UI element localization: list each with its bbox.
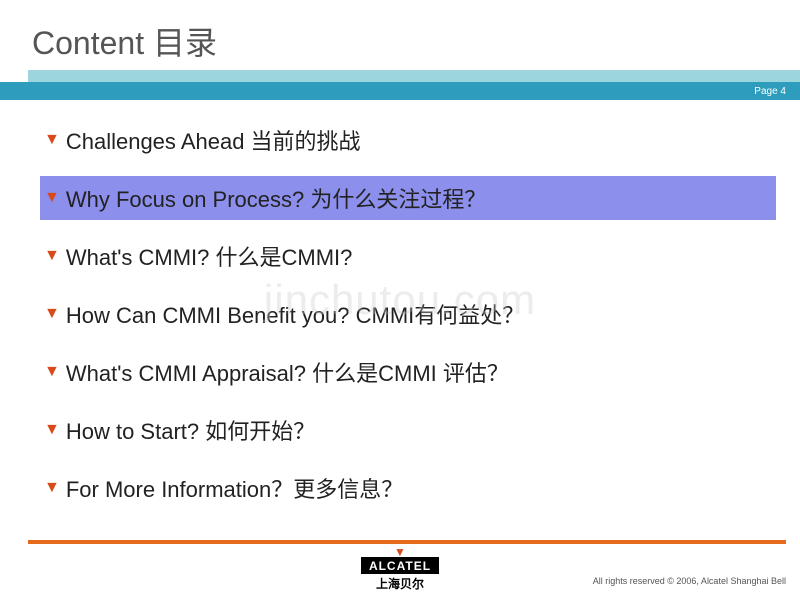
page-title: Content 目录 xyxy=(0,0,800,70)
list-item: ▼ What's CMMI Appraisal? 什么是CMMI 评估？ xyxy=(40,350,776,394)
footer-divider xyxy=(28,540,786,544)
list-item: ▼ How to Start? 如何开始？ xyxy=(40,408,776,452)
triangle-down-icon: ▼ xyxy=(44,189,60,207)
triangle-down-icon: ▼ xyxy=(44,305,60,323)
logo-text-top: ALCATEL xyxy=(361,557,439,574)
copyright: All rights reserved © 2006, Alcatel Shan… xyxy=(593,576,786,586)
logo: ▼ ALCATEL 上海贝尔 xyxy=(361,545,439,592)
triangle-down-icon: ▼ xyxy=(44,479,60,497)
list-item: ▼ Challenges Ahead 当前的挑战 xyxy=(40,118,776,162)
triangle-down-icon: ▼ xyxy=(44,421,60,439)
content-list: ▼ Challenges Ahead 当前的挑战 ▼ Why Focus on Pro… xyxy=(0,100,800,510)
list-item-text: What's CMMI? 什么是CMMI? xyxy=(66,240,353,272)
triangle-down-icon: ▼ xyxy=(44,363,60,381)
list-item-text: How to Start? 如何开始？ xyxy=(66,414,315,446)
list-item-text: For More Information？更多信息？ xyxy=(66,472,403,504)
logo-text-bottom: 上海贝尔 xyxy=(376,575,424,592)
decor-bar-light xyxy=(28,70,800,82)
list-item: ▼ What's CMMI? 什么是CMMI? xyxy=(40,234,776,278)
list-item-text: What's CMMI Appraisal? 什么是CMMI 评估？ xyxy=(66,356,509,388)
decor-bar-dark: Page 4 xyxy=(0,82,800,100)
slide: Content 目录 Page 4 ▼ Challenges Ahead 当前的挑… xyxy=(0,0,800,600)
list-item-text: Challenges Ahead 当前的挑战 xyxy=(66,124,361,156)
triangle-down-icon: ▼ xyxy=(44,247,60,265)
list-item-text: How Can CMMI Benefit you? CMMI有何益处？ xyxy=(66,298,524,330)
list-item: ▼ How Can CMMI Benefit you? CMMI有何益处？ xyxy=(40,292,776,336)
list-item-text: Why Focus on Process? 为什么关注过程？ xyxy=(66,182,487,214)
list-item: ▼ Why Focus on Process? 为什么关注过程？ xyxy=(40,176,776,220)
triangle-down-icon: ▼ xyxy=(44,131,60,149)
page-number: Page 4 xyxy=(754,86,786,97)
list-item: ▼ For More Information？更多信息？ xyxy=(40,466,776,510)
